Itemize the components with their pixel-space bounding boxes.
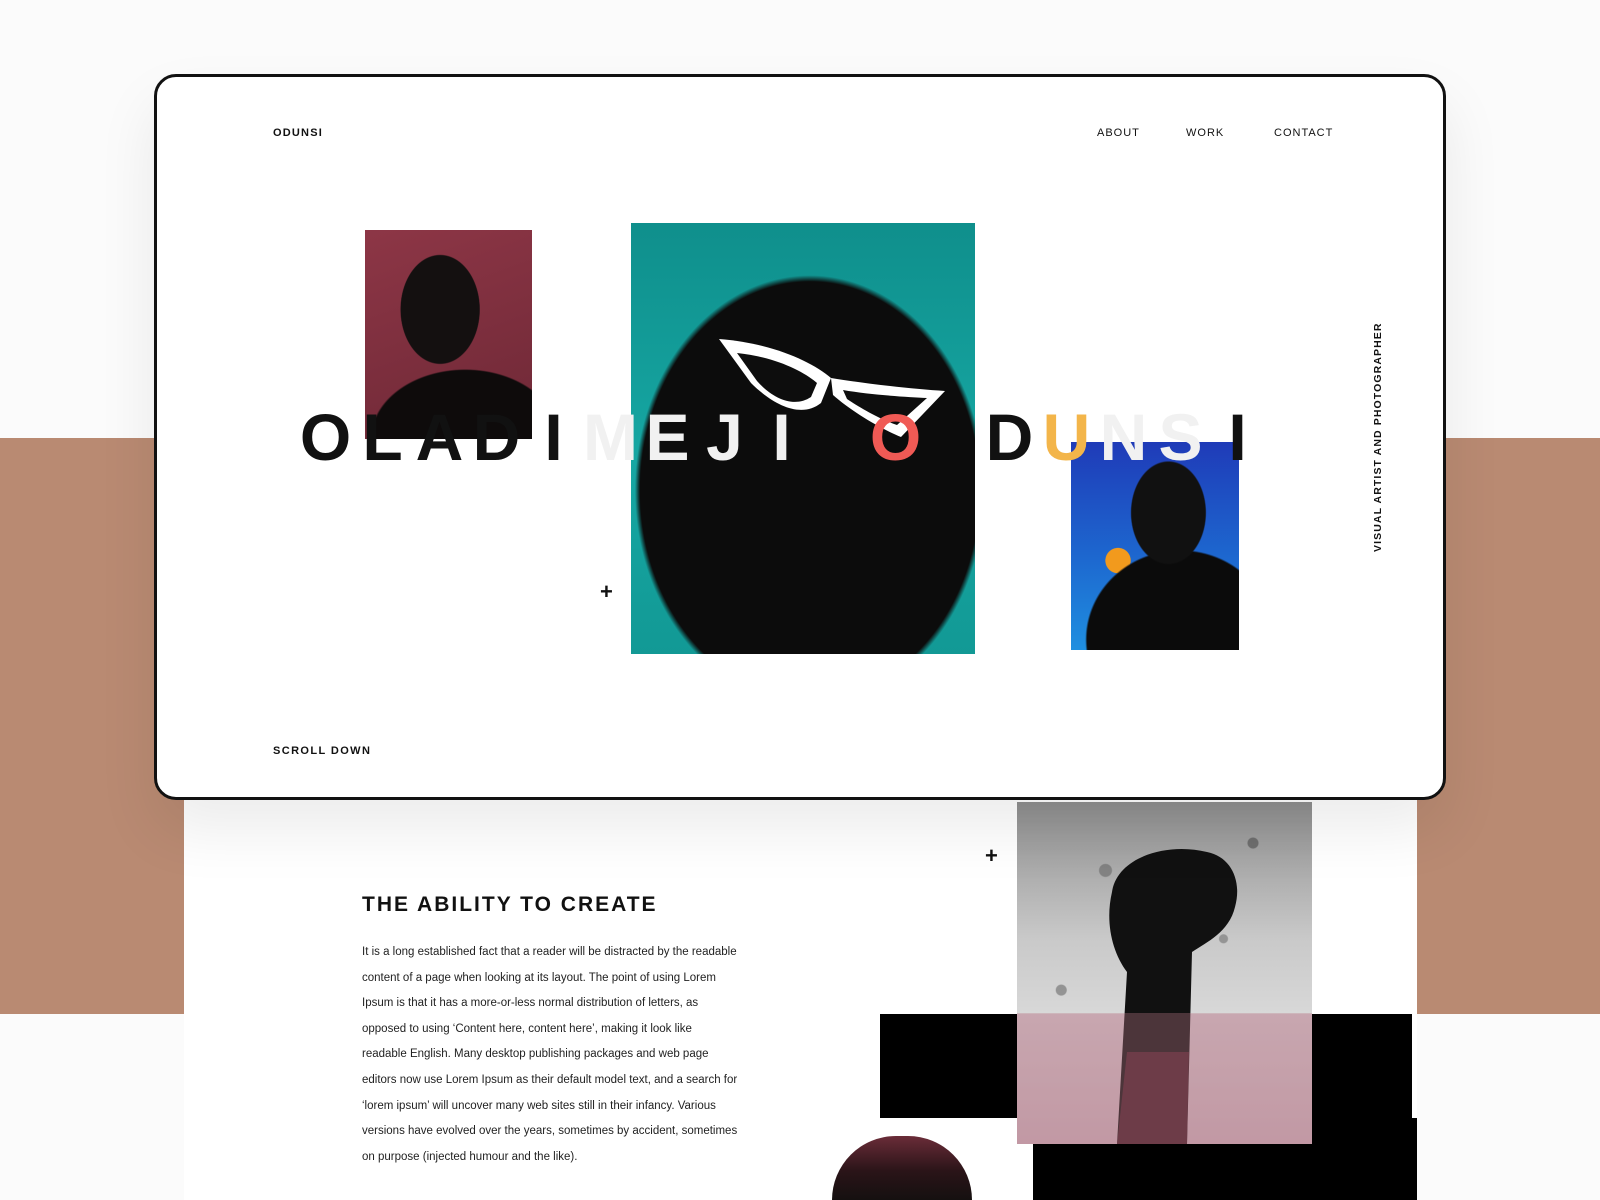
hero-letter: M	[583, 400, 638, 474]
tagline-vertical: VISUAL ARTIST AND PHOTOGRAPHER	[1372, 322, 1384, 552]
portrait-blue-photo[interactable]	[1071, 442, 1239, 650]
hero-letter: N	[1099, 400, 1148, 474]
hero-letter: S	[1158, 400, 1203, 474]
hero-letter: J	[706, 400, 743, 474]
section-title: THE ABILITY TO CREATE	[362, 893, 658, 916]
nav-contact[interactable]: CONTACT	[1274, 127, 1333, 139]
fist-photo	[1017, 802, 1312, 1144]
nav-work[interactable]: WORK	[1186, 127, 1224, 139]
hero-letter: I	[544, 400, 563, 474]
hero-letter: I	[1228, 400, 1247, 474]
hero-letter: E	[645, 400, 690, 474]
section-body: It is a long established fact that a rea…	[362, 946, 738, 1163]
hero-letter	[810, 404, 867, 470]
hero-letter: O	[869, 400, 922, 474]
browser-card: ODUNSI ABOUT WORK CONTACT + OLADIMEJI O …	[154, 74, 1446, 800]
hero-letter: I	[772, 400, 791, 474]
nav-about[interactable]: ABOUT	[1097, 127, 1140, 139]
hero-letter: L	[362, 400, 403, 474]
hero-letter: A	[415, 400, 464, 474]
hero-letter: D	[472, 400, 521, 474]
hero-letter: D	[985, 400, 1034, 474]
hero-name: OLADIMEJI O DUNSI	[297, 404, 1266, 470]
plus-icon: +	[985, 843, 998, 868]
scroll-down-link[interactable]: SCROLL DOWN	[273, 745, 371, 757]
plus-icon: +	[600, 579, 613, 604]
photo-tint	[1017, 1013, 1312, 1144]
hero-letter: U	[1042, 400, 1091, 474]
site-logo[interactable]: ODUNSI	[273, 127, 323, 139]
hero-letter	[924, 404, 981, 470]
hero-letter: O	[299, 400, 352, 474]
